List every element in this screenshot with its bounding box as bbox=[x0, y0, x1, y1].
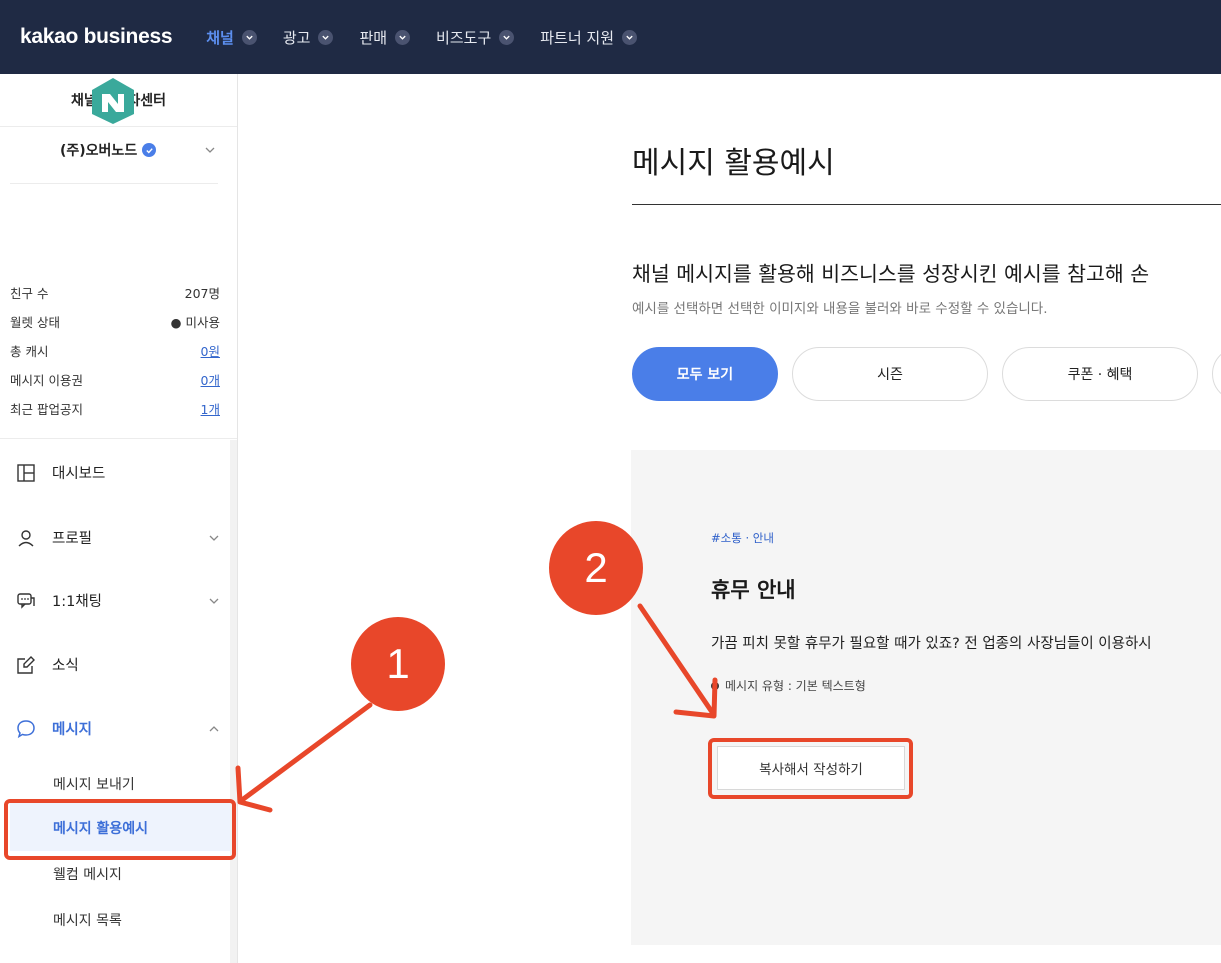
company-selector[interactable]: (주)오버노드 bbox=[60, 140, 157, 160]
nav-item-label: 비즈도구 bbox=[436, 28, 492, 47]
chevron-down-icon bbox=[209, 598, 219, 604]
nav-item-channel[interactable]: 채널 bbox=[206, 27, 257, 48]
filter-more-button[interactable] bbox=[1212, 347, 1221, 401]
page-title: 메시지 활용예시 bbox=[632, 146, 835, 181]
submenu-item-send-message[interactable]: 메시지 보내기 bbox=[53, 774, 135, 794]
nav-item-ads[interactable]: 광고 bbox=[283, 27, 334, 48]
stat-label: 메시지 이용권 bbox=[10, 373, 83, 388]
nav-item-label: 광고 bbox=[282, 28, 311, 47]
kakao-business-logo[interactable]: kakao business bbox=[20, 25, 173, 49]
submenu-item-message-list[interactable]: 메시지 목록 bbox=[53, 910, 122, 930]
arrow-1-shaft bbox=[239, 702, 373, 803]
sidebar-item-dashboard[interactable]: 대시보드 bbox=[16, 462, 221, 483]
sidebar-item-label: 대시보드 bbox=[52, 466, 106, 482]
company-name: (주)오버노드 bbox=[60, 143, 138, 159]
dashboard-icon bbox=[17, 463, 35, 482]
chevron-down-icon[interactable] bbox=[203, 143, 217, 157]
stat-cash: 총 캐시 0원 bbox=[10, 341, 220, 360]
nav-item-sales[interactable]: 판매 bbox=[359, 27, 411, 48]
divider bbox=[0, 438, 237, 439]
sidebar-item-label: 메시지 bbox=[52, 722, 93, 738]
card-message-type-label: 메시지 유형 : 기본 텍스트형 bbox=[725, 679, 866, 693]
highlight-box-copy-button bbox=[708, 738, 913, 799]
bullet-icon bbox=[711, 681, 719, 690]
title-divider bbox=[632, 204, 1221, 205]
stat-label: 월렛 상태 bbox=[10, 315, 60, 330]
step-badge-2: 2 bbox=[549, 521, 643, 615]
sidebar-item-label: 소식 bbox=[52, 658, 79, 674]
filter-season-button[interactable]: 시즌 bbox=[792, 347, 988, 401]
section-headline: 채널 메시지를 활용해 비즈니스를 성장시킨 예시를 참고해 손 bbox=[632, 262, 1150, 286]
chevron-down-icon bbox=[622, 29, 638, 45]
sidebar-item-profile[interactable]: 프로필 bbox=[16, 527, 221, 548]
stat-value: ● 미사용 bbox=[170, 315, 220, 330]
stat-popup-notice: 최근 팝업공지 1개 bbox=[10, 399, 220, 418]
step-badge-1: 1 bbox=[351, 617, 445, 711]
sidebar-item-message[interactable]: 메시지 bbox=[16, 718, 221, 739]
stat-value: 207명 bbox=[184, 286, 220, 301]
sidebar-item-label: 프로필 bbox=[52, 531, 93, 547]
filter-all-button[interactable]: 모두 보기 bbox=[632, 347, 778, 401]
verified-badge-icon bbox=[142, 143, 157, 157]
top-nav: kakao business 채널 광고 판매 비즈도구 파트너 지원 bbox=[0, 0, 1221, 74]
chevron-down-icon bbox=[499, 29, 515, 45]
chevron-down-icon bbox=[209, 535, 219, 541]
filter-coupon-button[interactable]: 쿠폰 · 혜택 bbox=[1002, 347, 1198, 401]
divider bbox=[10, 183, 218, 184]
card-tag: #소통 · 안내 bbox=[711, 531, 774, 545]
sidebar-item-chat[interactable]: 1:1채팅 bbox=[16, 590, 221, 611]
stat-value-link[interactable]: 1개 bbox=[201, 399, 220, 418]
stat-label: 총 캐시 bbox=[10, 344, 49, 359]
chat-icon bbox=[17, 592, 35, 609]
arrow-1-head bbox=[235, 765, 273, 813]
nav-item-label: 채널 bbox=[206, 28, 234, 47]
chevron-down-icon bbox=[318, 29, 334, 45]
stat-label: 친구 수 bbox=[10, 286, 49, 301]
stat-friends: 친구 수 207명 bbox=[10, 283, 220, 302]
highlight-box-sidebar bbox=[4, 799, 236, 860]
nav-item-label: 파트너 지원 bbox=[540, 28, 615, 47]
edit-icon bbox=[17, 655, 35, 674]
chevron-down-icon bbox=[395, 29, 411, 45]
nav-item-biz-tools[interactable]: 비즈도구 bbox=[436, 27, 515, 48]
chevron-down-icon bbox=[241, 29, 257, 45]
message-bubble-icon bbox=[17, 719, 35, 738]
sidebar-scrollbar[interactable] bbox=[230, 440, 237, 963]
sidebar-item-news[interactable]: 소식 bbox=[16, 654, 221, 675]
example-card bbox=[631, 450, 1221, 945]
stat-value-link[interactable]: 0개 bbox=[201, 370, 220, 389]
chevron-up-icon bbox=[209, 725, 219, 731]
stat-wallet: 월렛 상태 ● 미사용 bbox=[10, 312, 220, 331]
section-description: 예시를 선택하면 선택한 이미지와 내용을 불러와 바로 수정할 수 있습니다. bbox=[632, 301, 1048, 317]
person-icon bbox=[18, 529, 34, 547]
stat-value-link[interactable]: 0원 bbox=[201, 341, 220, 360]
card-description: 가끔 피치 못할 휴무가 필요할 때가 있죠? 전 업종의 사장님들이 이용하시 bbox=[711, 636, 1152, 652]
card-message-type: 메시지 유형 : 기본 텍스트형 bbox=[711, 677, 866, 694]
card-title: 휴무 안내 bbox=[711, 578, 796, 602]
nav-item-partner-support[interactable]: 파트너 지원 bbox=[540, 27, 638, 48]
nav-item-label: 판매 bbox=[359, 28, 388, 47]
submenu-item-welcome-message[interactable]: 웰컴 메시지 bbox=[53, 864, 122, 884]
stat-message-voucher: 메시지 이용권 0개 bbox=[10, 370, 220, 389]
sidebar-item-label: 1:1채팅 bbox=[52, 594, 103, 610]
company-logo bbox=[92, 78, 134, 124]
stat-label: 최근 팝업공지 bbox=[10, 402, 83, 417]
